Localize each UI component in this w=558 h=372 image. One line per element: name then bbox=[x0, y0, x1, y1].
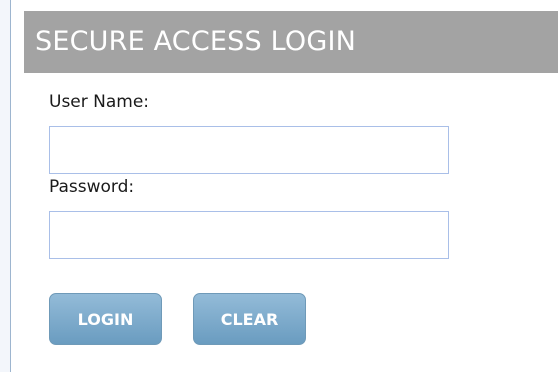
login-panel: SECURE ACCESS LOGIN User Name: Password:… bbox=[24, 11, 558, 372]
page-title: SECURE ACCESS LOGIN bbox=[24, 11, 558, 73]
login-form: User Name: Password: LOGIN CLEAR bbox=[24, 73, 558, 372]
username-label: User Name: bbox=[49, 92, 150, 112]
username-input[interactable] bbox=[49, 126, 449, 174]
left-divider bbox=[0, 0, 11, 372]
clear-button[interactable]: CLEAR bbox=[193, 293, 306, 345]
password-label: Password: bbox=[49, 177, 135, 197]
password-input[interactable] bbox=[49, 211, 449, 259]
login-button[interactable]: LOGIN bbox=[49, 293, 162, 345]
login-page: SECURE ACCESS LOGIN User Name: Password:… bbox=[0, 0, 558, 372]
